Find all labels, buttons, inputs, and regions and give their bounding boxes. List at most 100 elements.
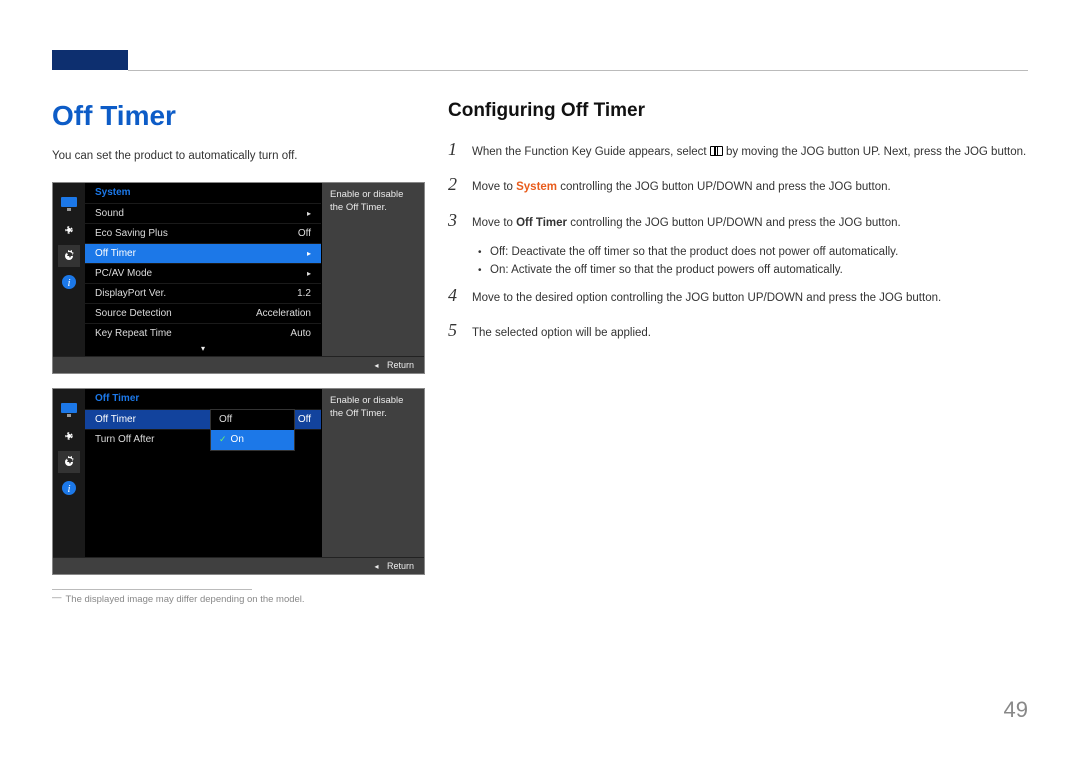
osd-row-keyrepeat: Key Repeat Time Auto bbox=[85, 323, 321, 343]
osd-sidebar: i bbox=[53, 389, 85, 557]
osd-item-value: Acceleration bbox=[256, 308, 311, 319]
step3-b: controlling the JOG button UP/DOWN and p… bbox=[567, 217, 901, 229]
osd-item-label: Turn Off After bbox=[95, 434, 154, 445]
step-number: 3 bbox=[448, 211, 472, 229]
header-rule bbox=[128, 70, 1028, 71]
bullet-off: • Off: Deactivate the off timer so that … bbox=[472, 246, 1028, 258]
osd-popup-off: Off bbox=[211, 410, 294, 430]
osd-row-dpver: DisplayPort Ver. 1.2 bbox=[85, 283, 321, 303]
osd-screenshot-offtimer: i Off Timer Off Timer Off Turn Off After… bbox=[52, 388, 425, 575]
svg-text:i: i bbox=[67, 483, 70, 495]
osd-row-sound: Sound ▸ bbox=[85, 203, 321, 223]
intro-text: You can set the product to automatically… bbox=[52, 150, 432, 162]
osd-item-label: PC/AV Mode bbox=[95, 268, 152, 279]
step-4: 4 Move to the desired option controlling… bbox=[448, 286, 1028, 307]
step-text: Move to Off Timer controlling the JOG bu… bbox=[472, 215, 1028, 232]
menu-icon bbox=[710, 146, 723, 156]
gear-icon bbox=[58, 451, 80, 473]
osd-menu: System Sound ▸ Eco Saving Plus Off Off T… bbox=[85, 183, 321, 356]
step-number: 2 bbox=[448, 175, 472, 193]
arrow-left-icon: ◂ bbox=[374, 562, 378, 571]
arrow-right-icon: ▸ bbox=[307, 269, 311, 278]
bullet-off-desc: : Deactivate the off timer so that the p… bbox=[505, 246, 898, 258]
footnote-text: The displayed image may differ depending… bbox=[66, 594, 305, 605]
step1-b: by moving the JOG button UP. Next, press… bbox=[723, 146, 1026, 158]
osd-item-label: Key Repeat Time bbox=[95, 328, 172, 339]
footnote-rule bbox=[52, 589, 252, 590]
osd-popup-on: ✓ On bbox=[211, 430, 294, 450]
osd-popup-label: Off bbox=[219, 414, 232, 425]
osd-item-label: Off Timer bbox=[95, 248, 136, 259]
step-2: 2 Move to System controlling the JOG but… bbox=[448, 175, 1028, 196]
page-title: Off Timer bbox=[52, 100, 432, 132]
step-number: 4 bbox=[448, 286, 472, 304]
osd-item-label: Source Detection bbox=[95, 308, 172, 319]
osd-item-label: Sound bbox=[95, 208, 124, 219]
osd-item-label: Eco Saving Plus bbox=[95, 228, 168, 239]
osd-screenshot-system: i System Sound ▸ Eco Saving Plus Off Off… bbox=[52, 182, 425, 374]
step-3: 3 Move to Off Timer controlling the JOG … bbox=[448, 211, 1028, 232]
monitor-icon bbox=[58, 193, 80, 215]
check-icon: ✓ bbox=[219, 434, 227, 444]
keyword-offtimer: Off Timer bbox=[516, 217, 567, 229]
header-accent bbox=[52, 50, 128, 70]
scroll-down-icon: ▾ bbox=[85, 343, 321, 356]
step-text: The selected option will be applied. bbox=[472, 325, 1028, 342]
step-text: When the Function Key Guide appears, sel… bbox=[472, 144, 1028, 161]
osd-item-value: 1.2 bbox=[297, 288, 311, 299]
keyword-system: System bbox=[516, 181, 557, 193]
keyword-off: Off bbox=[490, 246, 505, 258]
osd-popup-label: On bbox=[231, 434, 244, 445]
brightness-icon bbox=[58, 219, 80, 241]
arrow-left-icon: ◂ bbox=[374, 361, 378, 370]
osd-footer-label: Return bbox=[387, 561, 414, 571]
osd-footer-label: Return bbox=[387, 360, 414, 370]
info-icon: i bbox=[58, 271, 80, 293]
osd-footer: ◂ Return bbox=[53, 557, 424, 574]
step2-a: Move to bbox=[472, 181, 516, 193]
footnote-dash-icon: ― bbox=[52, 592, 62, 603]
step3-a: Move to bbox=[472, 217, 516, 229]
step2-b: controlling the JOG button UP/DOWN and p… bbox=[557, 181, 891, 193]
osd-row-eco: Eco Saving Plus Off bbox=[85, 223, 321, 243]
monitor-icon bbox=[58, 399, 80, 421]
osd-popup-options: Off ✓ On bbox=[210, 409, 295, 451]
osd-menu-title: System bbox=[85, 183, 321, 203]
osd-tooltip: Enable or disable the Off Timer. bbox=[321, 389, 424, 557]
osd-item-value: Off bbox=[298, 414, 311, 425]
step1-a: When the Function Key Guide appears, sel… bbox=[472, 146, 710, 158]
osd-sidebar: i bbox=[53, 183, 85, 356]
bullet-on-desc: : Activate the off timer so that the pro… bbox=[505, 264, 843, 276]
step-number: 1 bbox=[448, 140, 472, 158]
step-text: Move to the desired option controlling t… bbox=[472, 290, 1028, 307]
step-1: 1 When the Function Key Guide appears, s… bbox=[448, 140, 1028, 161]
section-heading: Configuring Off Timer bbox=[448, 100, 1028, 122]
bullet-text: On: Activate the off timer so that the p… bbox=[490, 264, 1028, 276]
osd-row-pcav: PC/AV Mode ▸ bbox=[85, 263, 321, 283]
footnote: ― The displayed image may differ dependin… bbox=[52, 594, 432, 605]
bullet-dot-icon: • bbox=[472, 247, 490, 258]
osd-row-offtimer: Off Timer ▸ bbox=[85, 243, 321, 263]
option-bullets: • Off: Deactivate the off timer so that … bbox=[472, 246, 1028, 276]
brightness-icon bbox=[58, 425, 80, 447]
bullet-text: Off: Deactivate the off timer so that th… bbox=[490, 246, 1028, 258]
bullet-on: • On: Activate the off timer so that the… bbox=[472, 264, 1028, 276]
step-5: 5 The selected option will be applied. bbox=[448, 321, 1028, 342]
osd-tooltip: Enable or disable the Off Timer. bbox=[321, 183, 424, 356]
arrow-right-icon: ▸ bbox=[307, 209, 311, 218]
keyword-on: On bbox=[490, 264, 505, 276]
step-number: 5 bbox=[448, 321, 472, 339]
info-icon: i bbox=[58, 477, 80, 499]
gear-icon bbox=[58, 245, 80, 267]
osd-footer: ◂ Return bbox=[53, 356, 424, 373]
osd-item-value: Auto bbox=[290, 328, 311, 339]
arrow-right-icon: ▸ bbox=[307, 249, 311, 258]
bullet-dot-icon: • bbox=[472, 265, 490, 276]
osd-item-label: Off Timer bbox=[95, 414, 136, 425]
step-text: Move to System controlling the JOG butto… bbox=[472, 179, 1028, 196]
osd-item-value: Off bbox=[298, 228, 311, 239]
osd-item-label: DisplayPort Ver. bbox=[95, 288, 166, 299]
svg-text:i: i bbox=[67, 277, 70, 289]
osd-menu-title: Off Timer bbox=[85, 389, 321, 409]
page-number: 49 bbox=[1004, 697, 1028, 723]
